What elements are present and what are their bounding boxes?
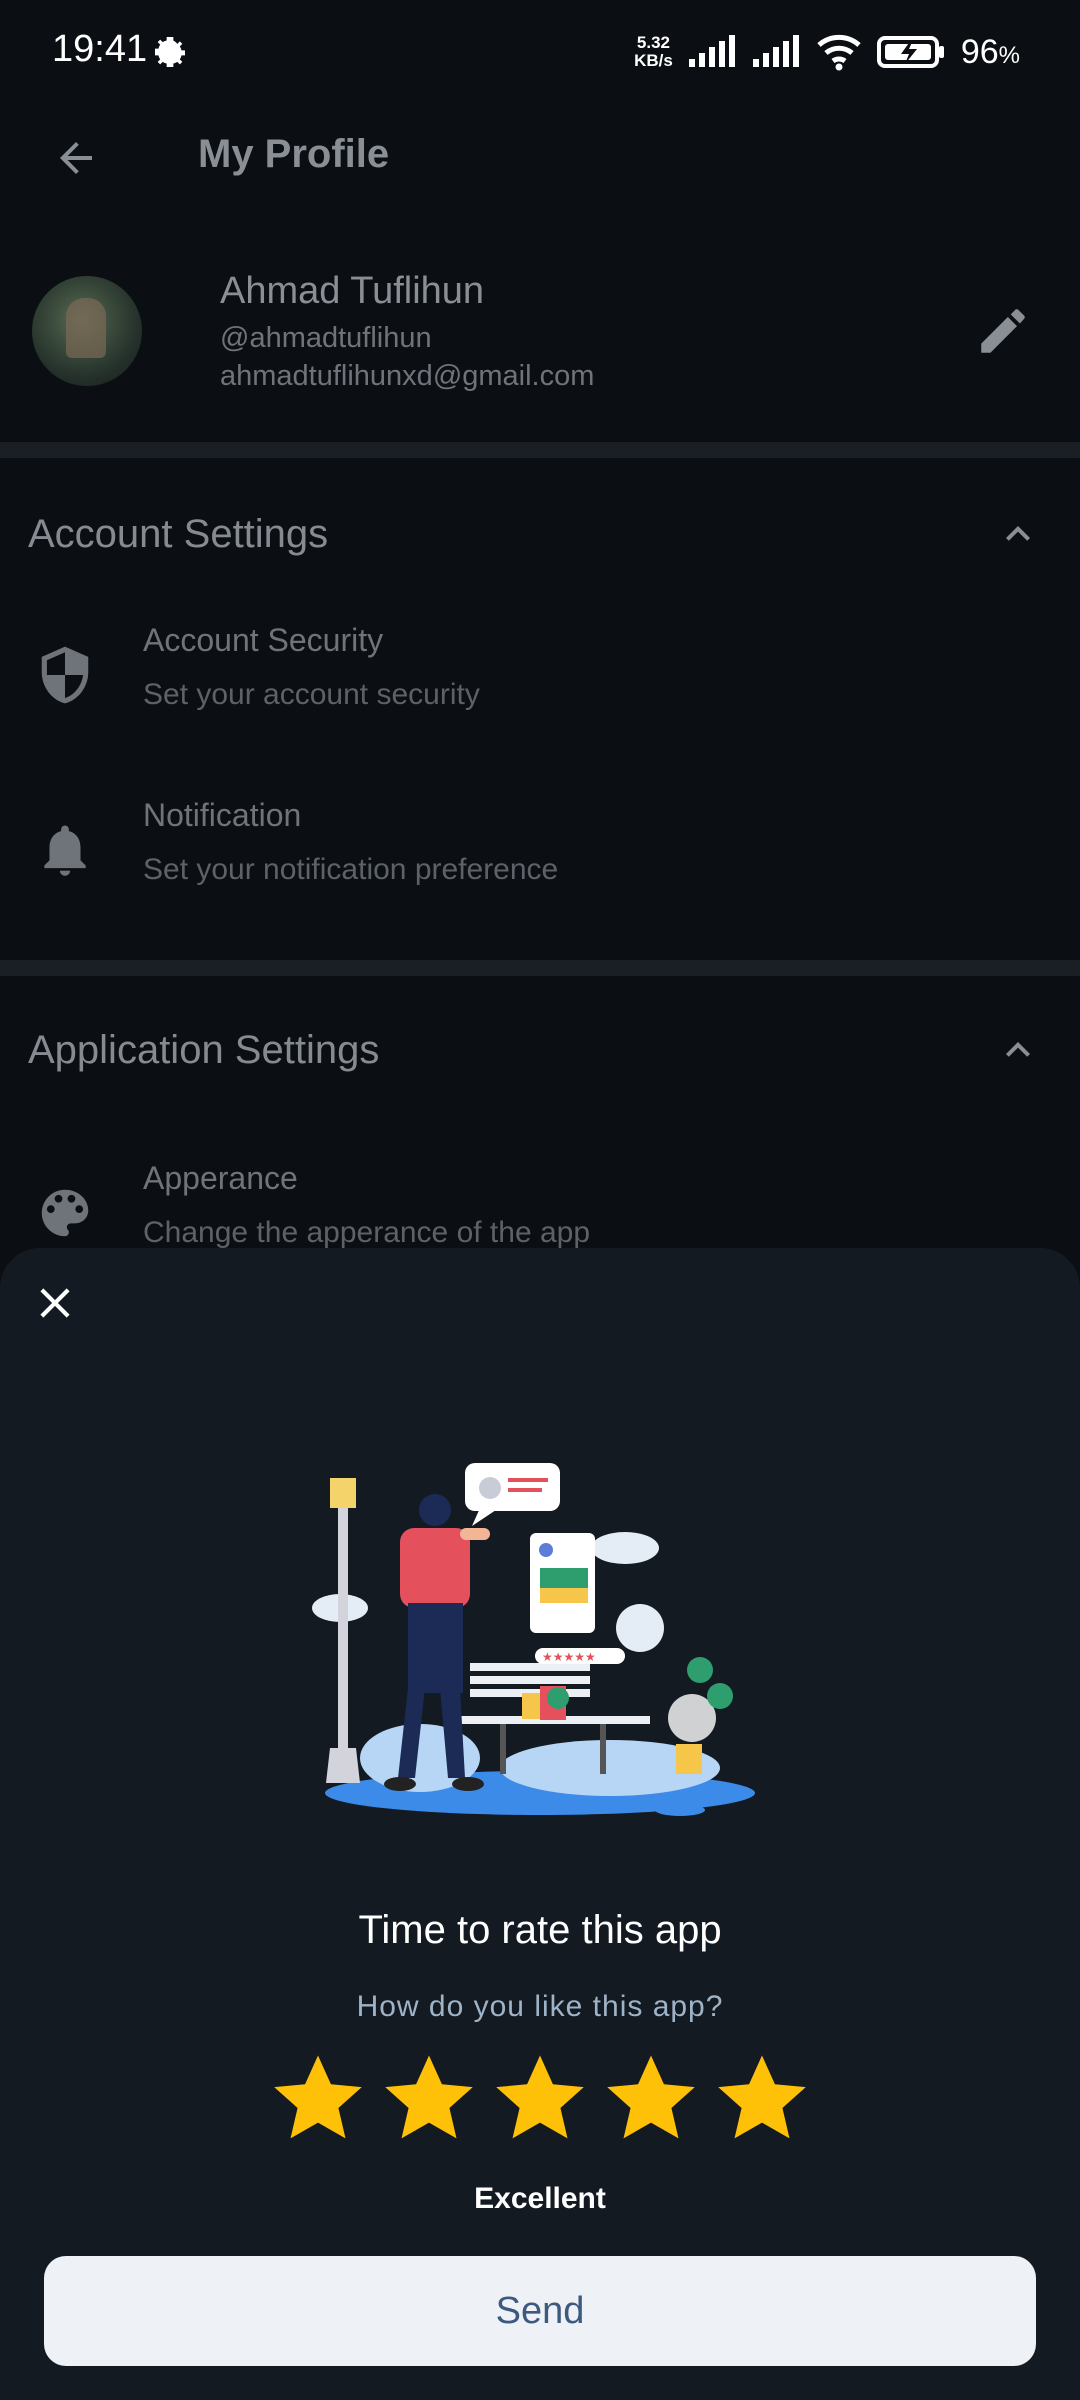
star-icon[interactable]: [712, 2048, 812, 2148]
setting-account-security[interactable]: Account Security Set your account securi…: [0, 622, 1080, 762]
battery-percent: 96%: [961, 33, 1020, 72]
shield-icon: [41, 646, 89, 704]
status-right-group: 5.32 KB/s 96%: [634, 28, 1020, 76]
palette-icon: [41, 1189, 89, 1237]
divider: [0, 960, 1080, 976]
status-bar: 19:41 5.32 KB/s 96%: [0, 0, 1080, 104]
star-icon[interactable]: [268, 2048, 368, 2148]
chevron-up-icon[interactable]: [994, 1026, 1042, 1074]
star-icon[interactable]: [490, 2048, 590, 2148]
rating-label: Excellent: [474, 2182, 606, 2215]
setting-title: Account Security: [143, 622, 384, 658]
setting-notification[interactable]: Notification Set your notification prefe…: [0, 797, 1080, 937]
star-icon[interactable]: [601, 2048, 701, 2148]
profile-card: Ahmad Tuflihun @ahmadtuflihun ahmadtufli…: [0, 240, 1080, 440]
rate-subtitle: How do you like this app?: [356, 1990, 724, 2023]
signal-1-icon: [688, 35, 735, 67]
profile-username: @ahmadtuflihun: [220, 322, 432, 354]
star-icon[interactable]: [379, 2048, 479, 2148]
setting-subtitle: Change the apperance of the app: [143, 1216, 591, 1249]
page-title: My Profile: [198, 132, 390, 176]
battery-percent-value: 96: [960, 32, 999, 71]
battery-charging-icon: [876, 36, 944, 68]
avatar: [32, 276, 142, 386]
signal-2-icon: [752, 35, 799, 67]
send-button[interactable]: Send: [44, 2256, 1036, 2366]
chevron-up-icon[interactable]: [994, 510, 1042, 558]
application-settings-title: Application Settings: [28, 1028, 380, 1072]
settings-gear-icon: [155, 37, 185, 67]
rating-bottom-sheet: ★★★★★ Time to rate this app How do you l…: [0, 1248, 1080, 2400]
setting-subtitle: Set your account security: [143, 678, 480, 711]
divider: [0, 442, 1080, 458]
setting-subtitle: Set your notification preference: [143, 853, 559, 886]
close-icon[interactable]: [30, 1278, 80, 1328]
setting-title: Notification: [143, 797, 302, 833]
network-speed-unit: KB/s: [634, 51, 673, 70]
svg-text:★★★★★: ★★★★★: [542, 1650, 596, 1664]
status-time: 19:41: [52, 28, 148, 70]
wifi-icon: [817, 34, 861, 71]
network-speed: 5.32 KB/s: [634, 34, 673, 70]
profile-name: Ahmad Tuflihun: [220, 270, 485, 312]
rate-title: Time to rate this app: [358, 1908, 722, 1952]
bell-icon: [44, 825, 86, 876]
app-bar: My Profile: [0, 104, 1080, 208]
rate-app-illustration: ★★★★★: [312, 1463, 755, 1816]
edit-pencil-icon[interactable]: [974, 302, 1032, 360]
star-rating: [268, 2048, 812, 2158]
setting-title: Apperance: [143, 1160, 298, 1196]
profile-email: ahmadtuflihunxd@gmail.com: [220, 360, 595, 392]
battery-percent-unit: %: [998, 41, 1020, 69]
account-settings-title: Account Settings: [28, 512, 329, 556]
back-arrow-icon[interactable]: [52, 134, 100, 182]
network-speed-value: 5.32: [636, 33, 670, 52]
